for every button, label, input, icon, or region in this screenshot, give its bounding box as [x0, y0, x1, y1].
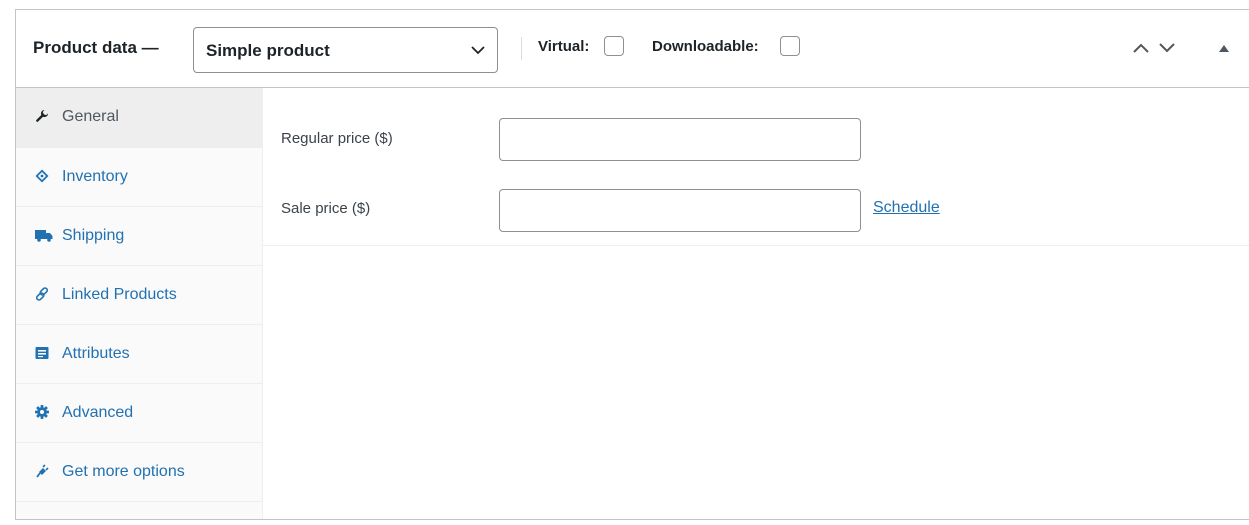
- tab-advanced[interactable]: Advanced: [16, 384, 262, 443]
- product-data-tabs: General Inventory Shipping Linked Produc…: [16, 88, 263, 519]
- plugin-icon: [36, 464, 49, 478]
- tab-linked-products[interactable]: Linked Products: [16, 266, 262, 325]
- virtual-label: Virtual:: [538, 38, 590, 55]
- wrench-icon: [36, 109, 49, 122]
- tab-label: Inventory: [62, 168, 128, 185]
- tab-get-more-options[interactable]: Get more options: [16, 443, 262, 502]
- chevron-down-icon[interactable]: [1158, 41, 1176, 55]
- schedule-link[interactable]: Schedule: [873, 199, 940, 217]
- chevron-down-icon: [471, 46, 485, 55]
- tab-label: Get more options: [62, 463, 185, 480]
- virtual-checkbox[interactable]: [604, 36, 624, 56]
- product-data-header: Product data — Simple product Virtual: D…: [16, 10, 1249, 88]
- gear-icon: [35, 405, 49, 419]
- toggle-arrow-up-icon[interactable]: [1218, 43, 1230, 53]
- product-type-select[interactable]: Simple product: [193, 27, 498, 73]
- list-card-icon: [35, 347, 49, 359]
- tab-label: Linked Products: [62, 286, 177, 303]
- regular-price-input[interactable]: [499, 118, 861, 161]
- tag-icon: [35, 169, 49, 183]
- general-panel: Regular price ($) Sale price ($) Schedul…: [263, 88, 1249, 246]
- sale-price-label: Sale price ($): [281, 200, 371, 217]
- product-data-panel: Product data — Simple product Virtual: D…: [15, 9, 1249, 520]
- tab-label: Shipping: [62, 227, 125, 244]
- product-type-value: Simple product: [206, 41, 330, 60]
- tab-label: Attributes: [62, 345, 130, 362]
- downloadable-checkbox[interactable]: [780, 36, 800, 56]
- truck-icon: [35, 230, 53, 242]
- tab-attributes[interactable]: Attributes: [16, 325, 262, 384]
- tab-inventory[interactable]: Inventory: [16, 148, 262, 207]
- regular-price-label: Regular price ($): [281, 130, 393, 147]
- link-icon: [35, 287, 49, 301]
- tab-label: Advanced: [62, 404, 134, 421]
- sale-price-input[interactable]: [499, 189, 861, 232]
- header-separator: [521, 37, 522, 60]
- tab-general[interactable]: General: [16, 88, 262, 148]
- tab-label: General: [62, 108, 119, 125]
- chevron-up-icon[interactable]: [1132, 41, 1150, 55]
- panel-title: Product data —: [33, 38, 159, 57]
- tab-shipping[interactable]: Shipping: [16, 207, 262, 266]
- downloadable-label: Downloadable:: [652, 38, 759, 55]
